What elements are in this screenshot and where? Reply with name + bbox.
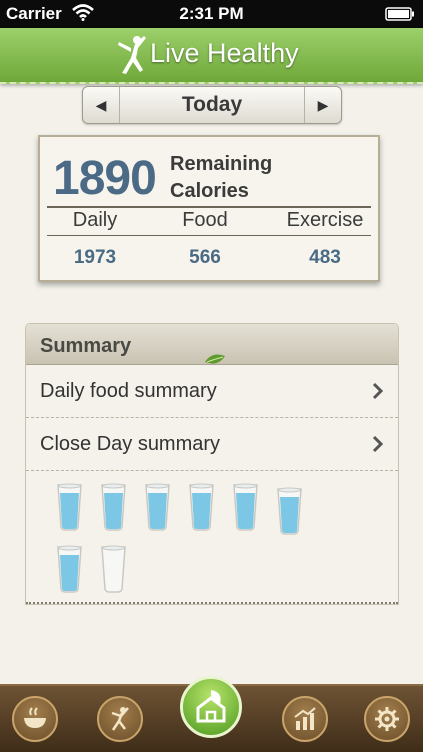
- tab-home[interactable]: [180, 676, 242, 738]
- summary-title: Summary: [40, 335, 132, 357]
- chevron-right-icon: [372, 435, 384, 458]
- home-icon: [196, 690, 226, 723]
- right-arrow-icon: ▶: [317, 97, 329, 113]
- app-header: Live Healthy: [0, 28, 423, 84]
- tab-food[interactable]: [12, 696, 58, 742]
- exercise-icon: [111, 707, 129, 731]
- next-day-button[interactable]: ▶: [304, 87, 341, 123]
- water-glass-full[interactable]: [144, 483, 172, 536]
- remaining-calories-value: 1890: [53, 152, 157, 205]
- water-tracker: [26, 471, 398, 601]
- summary-panel: Summary Daily food summary Close Day sum…: [25, 323, 399, 605]
- status-time: 2:31 PM: [179, 4, 244, 23]
- close-day-summary-row[interactable]: Close Day summary: [26, 418, 398, 471]
- daily-food-summary-row[interactable]: Daily food summary: [26, 365, 398, 418]
- left-arrow-icon: ◀: [95, 97, 107, 113]
- food-header: Food: [182, 209, 228, 231]
- exercise-value: 483: [309, 247, 341, 268]
- tab-exercise[interactable]: [97, 696, 143, 742]
- previous-day-button[interactable]: ◀: [83, 87, 120, 123]
- exercise-header: Exercise: [286, 209, 364, 231]
- remaining-calories-label: Remaining Calories: [170, 151, 272, 205]
- calories-card: 1890 Remaining Calories Daily Food Exerc…: [38, 135, 380, 282]
- tab-bar: [0, 676, 423, 752]
- water-glass-empty[interactable]: [100, 545, 128, 598]
- water-glass-full[interactable]: [56, 545, 84, 598]
- tab-settings[interactable]: [364, 696, 410, 742]
- current-date-label[interactable]: Today: [120, 87, 304, 123]
- water-glass-full[interactable]: [276, 487, 304, 540]
- divider: [26, 602, 398, 604]
- yoga-figure-logo-icon: [114, 34, 148, 81]
- divider: [47, 235, 371, 236]
- gear-icon: [375, 707, 399, 731]
- status-bar: Carrier 2:31 PM: [0, 0, 423, 28]
- water-glass-full[interactable]: [188, 483, 216, 536]
- chart-icon: [294, 707, 316, 730]
- chevron-right-icon: [372, 382, 384, 405]
- app-title: Live Healthy: [150, 38, 299, 68]
- daily-value: 1973: [73, 247, 117, 268]
- battery-icon: [385, 7, 415, 26]
- date-navigator: ◀ Today ▶: [82, 86, 342, 124]
- water-glass-full[interactable]: [56, 483, 84, 536]
- divider: [47, 206, 371, 208]
- remaining-label-line1: Remaining: [170, 153, 273, 175]
- remaining-label-line2: Calories: [170, 180, 249, 202]
- food-value: 566: [189, 247, 221, 268]
- water-glass-full[interactable]: [100, 483, 128, 536]
- water-glass-full[interactable]: [232, 483, 260, 536]
- tab-progress[interactable]: [282, 696, 328, 742]
- bowl-icon: [24, 707, 46, 728]
- row-label: Close Day summary: [40, 433, 221, 455]
- daily-header: Daily: [72, 209, 118, 231]
- row-label: Daily food summary: [40, 380, 217, 402]
